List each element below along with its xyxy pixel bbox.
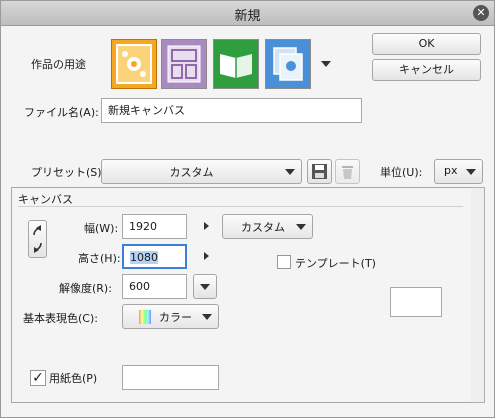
resolution-dropdown[interactable] bbox=[193, 274, 217, 299]
new-canvas-dialog: 新規 ✕ 作品の用途 OK キャンセル ファイル名(A): 新規キャンバス プリ… bbox=[0, 0, 495, 418]
height-field[interactable]: 1080 bbox=[122, 244, 187, 269]
color-swatch-icon bbox=[139, 310, 151, 324]
resolution-field[interactable]: 600 bbox=[122, 274, 187, 299]
template-preview bbox=[390, 287, 442, 317]
comic-icon[interactable] bbox=[161, 39, 207, 89]
color-mode-dropdown[interactable]: カラー bbox=[122, 304, 219, 329]
width-label: 幅(W): bbox=[84, 222, 119, 235]
chevron-down-icon bbox=[200, 284, 210, 290]
unit-value: px bbox=[444, 164, 458, 177]
save-preset-button[interactable] bbox=[307, 159, 332, 184]
filename-label: ファイル名(A): bbox=[24, 106, 99, 119]
resolution-label: 解像度(R): bbox=[59, 282, 112, 295]
preset-value: カスタム bbox=[169, 166, 214, 179]
unit-label: 単位(U): bbox=[380, 166, 423, 179]
group-divider bbox=[18, 206, 463, 207]
animation-icon[interactable] bbox=[265, 39, 311, 89]
width-expand-arrow[interactable] bbox=[204, 222, 209, 230]
title-bar: 新規 ✕ bbox=[1, 1, 494, 26]
chevron-down-icon bbox=[466, 169, 476, 175]
width-field[interactable]: 1920 bbox=[122, 214, 187, 239]
preset-label: プリセット(S): bbox=[31, 166, 106, 179]
paper-color-label: 用紙色(P) bbox=[49, 372, 98, 385]
chevron-down-icon bbox=[202, 314, 212, 320]
webtoon-icon[interactable] bbox=[213, 39, 259, 89]
usage-more-dropdown[interactable] bbox=[321, 61, 331, 67]
color-mode-label: 基本表現色(C): bbox=[23, 312, 98, 325]
height-label: 高さ(H): bbox=[78, 252, 121, 265]
close-icon[interactable]: ✕ bbox=[473, 5, 489, 21]
swap-size-button[interactable] bbox=[28, 220, 47, 258]
floppy-icon bbox=[312, 164, 327, 179]
paper-color-checkbox[interactable]: ✓ bbox=[30, 370, 46, 386]
usage-label: 作品の用途 bbox=[31, 58, 86, 71]
template-label: テンプレート(T) bbox=[295, 257, 376, 270]
cancel-button[interactable]: キャンセル bbox=[372, 59, 481, 81]
scrollbar[interactable] bbox=[471, 187, 485, 403]
preset-dropdown[interactable]: カスタム bbox=[101, 159, 302, 184]
swap-icon bbox=[33, 225, 42, 253]
unit-dropdown[interactable]: px bbox=[434, 159, 483, 184]
size-preset-dropdown[interactable]: カスタム bbox=[222, 214, 313, 239]
ok-button[interactable]: OK bbox=[372, 33, 481, 55]
size-preset-value: カスタム bbox=[241, 221, 285, 234]
paper-color-swatch[interactable] bbox=[122, 365, 219, 390]
color-mode-value: カラー bbox=[159, 311, 192, 324]
template-checkbox[interactable] bbox=[277, 255, 291, 269]
filename-field[interactable]: 新規キャンバス bbox=[101, 98, 362, 123]
illustration-icon[interactable] bbox=[111, 39, 157, 89]
height-expand-arrow[interactable] bbox=[204, 252, 209, 260]
delete-preset-button[interactable] bbox=[335, 159, 360, 184]
chevron-down-icon bbox=[296, 224, 306, 230]
trash-icon bbox=[342, 166, 353, 179]
chevron-down-icon bbox=[285, 169, 295, 175]
dialog-title: 新規 bbox=[234, 9, 261, 24]
height-value: 1080 bbox=[130, 251, 158, 264]
canvas-group-label: キャンバス bbox=[18, 193, 73, 206]
